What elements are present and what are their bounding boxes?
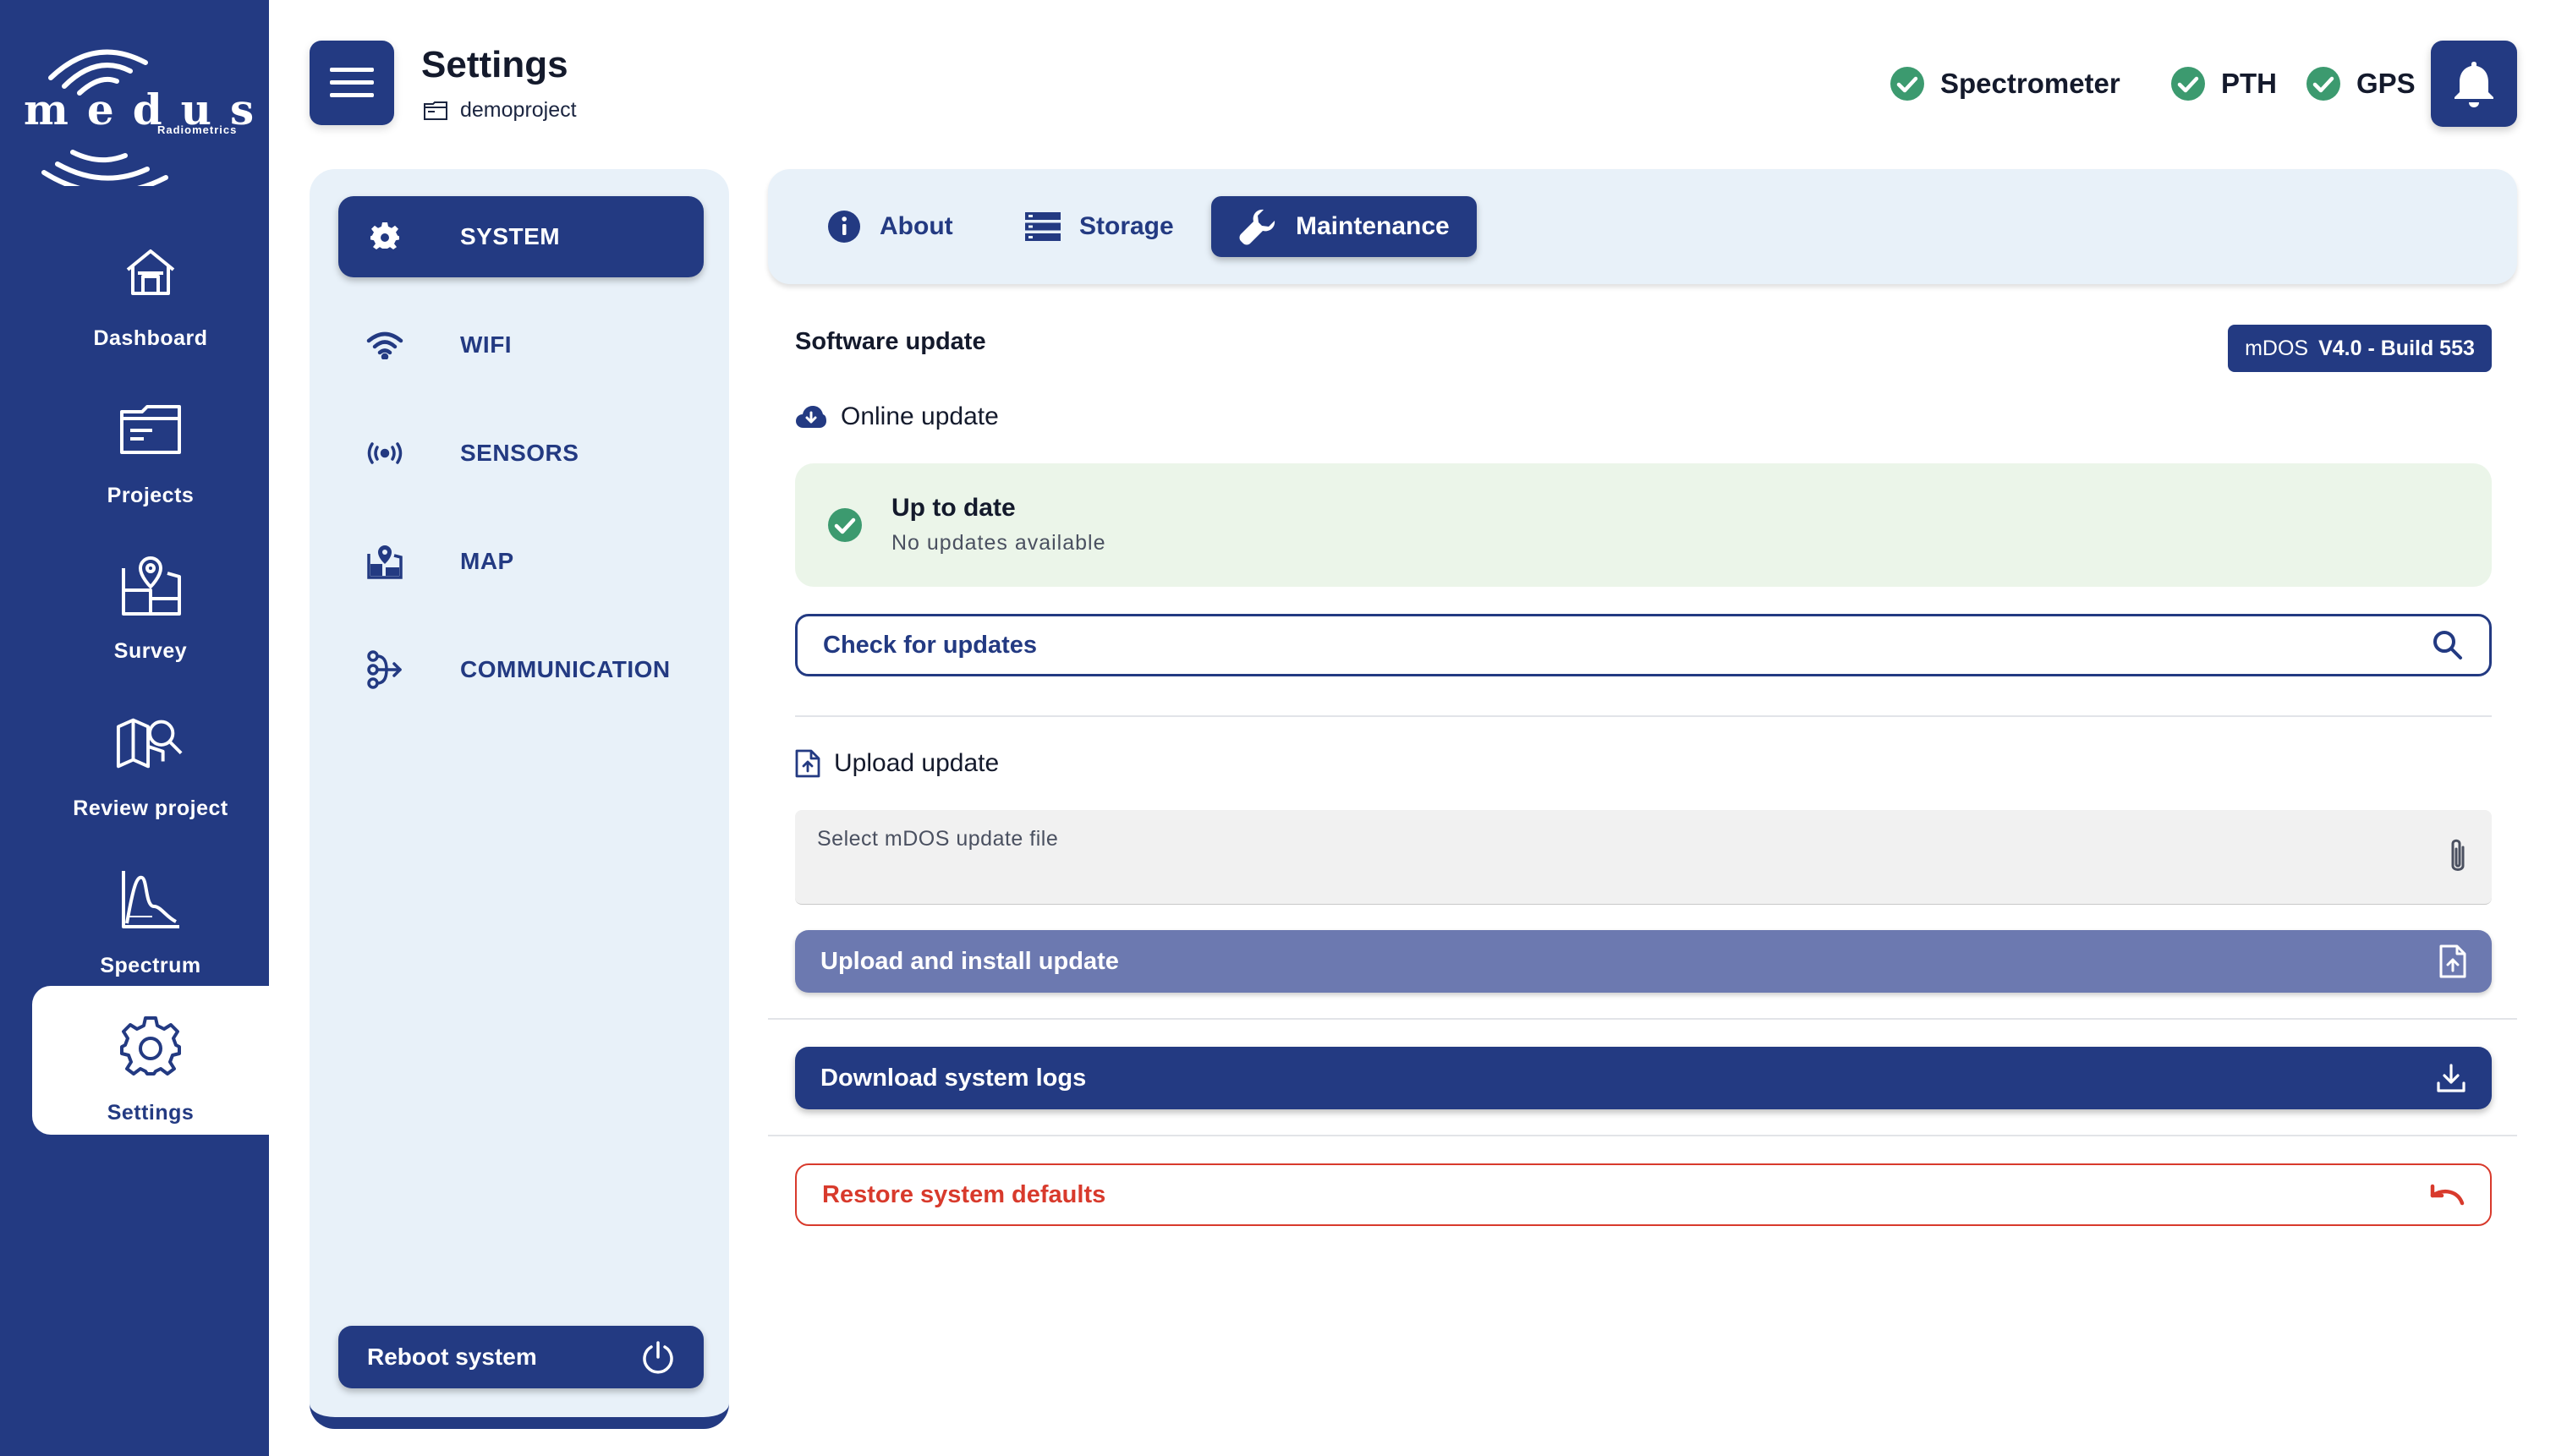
nav-item-survey[interactable]: Survey xyxy=(32,524,269,673)
spectrum-chart-icon xyxy=(115,864,186,935)
upload-update-label: Upload update xyxy=(834,749,1000,777)
status-gps: GPS xyxy=(2306,66,2416,101)
nav-item-spectrum[interactable]: Spectrum xyxy=(32,839,269,988)
menu-button[interactable] xyxy=(310,41,394,125)
left-navigation: medusa Radiometrics Dashboard Projects S… xyxy=(0,0,300,1456)
check-for-updates-button[interactable]: Check for updates xyxy=(795,614,2492,676)
version-value: V4.0 - Build 553 xyxy=(2318,336,2475,360)
check-circle-icon xyxy=(2171,67,2205,101)
file-upload-icon xyxy=(2439,944,2466,978)
upload-install-update-button[interactable]: Upload and install update xyxy=(795,930,2492,993)
status-pth: PTH xyxy=(2170,66,2277,101)
settings-item-label: WIFI xyxy=(460,331,513,358)
sensor-icon xyxy=(367,442,403,464)
online-update-heading: Online update xyxy=(795,402,999,431)
download-system-logs-button[interactable]: Download system logs xyxy=(795,1047,2492,1109)
map-search-icon xyxy=(115,707,186,778)
wifi-icon xyxy=(366,331,403,359)
wrench-icon xyxy=(1239,209,1275,245)
nav-item-review-project[interactable]: Review project xyxy=(32,681,269,830)
folder-icon xyxy=(424,101,447,120)
communication-icon xyxy=(367,650,402,689)
settings-item-system[interactable]: SYSTEM xyxy=(338,196,704,277)
check-circle-icon xyxy=(828,508,862,542)
tab-label: About xyxy=(880,212,953,240)
button-label: Upload and install update xyxy=(820,947,1119,975)
cloud-download-icon xyxy=(796,406,826,428)
status-label: Spectrometer xyxy=(1940,68,2120,99)
paperclip-icon xyxy=(2451,839,2465,871)
download-icon xyxy=(2437,1064,2465,1092)
storage-icon xyxy=(1025,212,1061,241)
status-label: PTH xyxy=(2221,68,2277,99)
home-icon xyxy=(115,237,186,308)
nav-label: Dashboard xyxy=(93,326,208,350)
divider xyxy=(768,1018,2517,1020)
undo-icon xyxy=(2430,1184,2465,1206)
reboot-label: Reboot system xyxy=(367,1344,537,1370)
tab-about[interactable]: About xyxy=(800,196,980,257)
settings-item-label: MAP xyxy=(460,548,514,574)
status-subtitle: No updates available xyxy=(891,531,1106,555)
settings-item-map[interactable]: MAP xyxy=(338,521,704,602)
current-project: demoproject xyxy=(423,98,577,123)
nav-item-settings[interactable]: Settings xyxy=(32,986,269,1135)
button-label: Restore system defaults xyxy=(822,1180,1106,1208)
settings-item-label: COMMUNICATION xyxy=(460,656,671,682)
nav-item-dashboard[interactable]: Dashboard xyxy=(32,211,269,360)
reboot-system-button[interactable]: Reboot system xyxy=(338,1326,704,1388)
update-file-input[interactable]: Select mDOS update file xyxy=(795,810,2492,905)
check-circle-icon xyxy=(2306,67,2340,101)
survey-map-icon xyxy=(115,550,186,621)
version-badge: mDOS V4.0 - Build 553 xyxy=(2228,325,2492,372)
nav-label: Projects xyxy=(107,484,195,507)
nav-label: Review project xyxy=(73,796,228,820)
gear-icon xyxy=(115,1011,186,1082)
settings-item-communication[interactable]: COMMUNICATION xyxy=(338,629,704,710)
nav-label: Survey xyxy=(113,639,188,663)
divider xyxy=(768,1135,2517,1136)
settings-item-label: SYSTEM xyxy=(460,223,561,249)
upload-update-heading: Upload update xyxy=(795,749,999,778)
software-update-title: Software update xyxy=(795,328,986,355)
info-icon xyxy=(828,211,860,243)
settings-menu-panel: SYSTEM WIFI SENSORS MAP COMMUNICATION Re… xyxy=(310,169,729,1429)
map-icon xyxy=(367,545,403,579)
restore-system-defaults-button[interactable]: Restore system defaults xyxy=(795,1163,2492,1226)
file-input-placeholder: Select mDOS update file xyxy=(817,827,1059,851)
nav-label: Spectrum xyxy=(100,954,201,977)
project-name: demoproject xyxy=(460,98,577,122)
button-label: Download system logs xyxy=(820,1064,1087,1092)
settings-item-wifi[interactable]: WIFI xyxy=(338,304,704,386)
search-icon xyxy=(2433,631,2462,660)
tab-label: Storage xyxy=(1079,212,1174,240)
page-title: Settings xyxy=(421,44,568,85)
version-prefix: mDOS xyxy=(2245,336,2309,360)
status-title: Up to date xyxy=(891,494,1016,522)
status-spectrometer: Spectrometer xyxy=(1890,66,2120,101)
settings-item-label: SENSORS xyxy=(460,440,579,466)
brand-subtitle: Radiometrics xyxy=(157,123,238,136)
settings-item-sensors[interactable]: SENSORS xyxy=(338,413,704,494)
check-circle-icon xyxy=(1890,67,1924,101)
online-update-label: Online update xyxy=(841,402,999,430)
settings-tabs: About Storage Maintenance xyxy=(768,169,2517,284)
power-icon xyxy=(643,1341,673,1374)
medusa-logo: medusa Radiometrics xyxy=(19,34,300,186)
tab-maintenance[interactable]: Maintenance xyxy=(1211,196,1477,257)
file-upload-icon xyxy=(795,749,820,778)
gear-icon xyxy=(370,222,399,249)
nav-label: Settings xyxy=(107,1101,195,1125)
update-status-banner: Up to date No updates available xyxy=(795,463,2492,587)
divider xyxy=(795,715,2492,717)
tab-storage[interactable]: Storage xyxy=(998,196,1201,257)
status-label: GPS xyxy=(2356,68,2416,99)
bell-icon xyxy=(2455,62,2493,107)
button-label: Check for updates xyxy=(823,631,1037,659)
hamburger-icon xyxy=(330,68,374,97)
notifications-button[interactable] xyxy=(2431,41,2517,127)
tab-label: Maintenance xyxy=(1296,212,1450,240)
nav-item-projects[interactable]: Projects xyxy=(32,369,269,517)
folder-icon xyxy=(115,394,186,465)
